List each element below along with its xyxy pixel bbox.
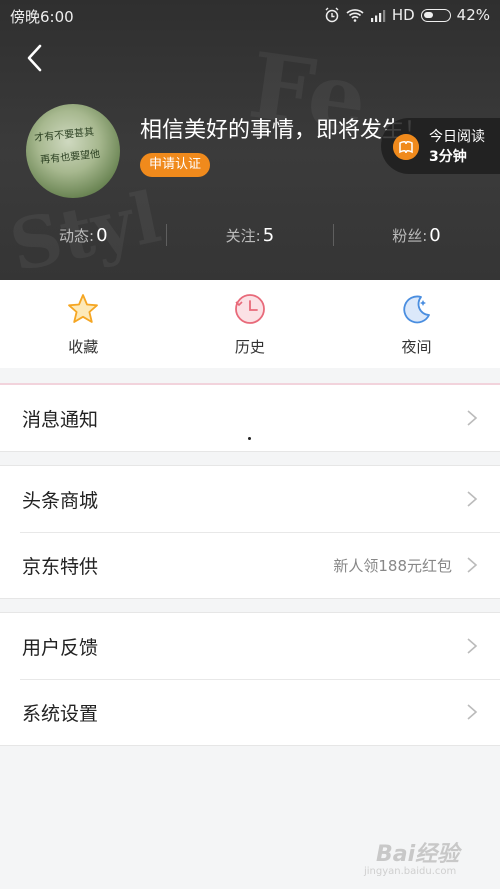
stat-following-value: 5 [262, 225, 275, 246]
stat-posts-label: 动态: [59, 227, 95, 245]
stat-followers-value: 0 [429, 225, 441, 246]
back-arrow-icon[interactable] [18, 40, 54, 76]
stat-posts[interactable]: 动态: 0 [0, 222, 167, 250]
history-button[interactable]: 历史 [167, 280, 334, 368]
night-mode-label: 夜间 [401, 338, 432, 356]
stat-following-label: 关注: [225, 227, 261, 245]
network-type: HD [391, 6, 415, 24]
touch-indicator-dot [248, 437, 251, 440]
battery-percent: 42% [456, 6, 490, 24]
watermark-url: jingyan.baidu.com [364, 866, 457, 877]
favorites-button[interactable]: 收藏 [0, 280, 167, 368]
menu-item-jd[interactable]: 京东特供 新人领188元红包 [0, 532, 500, 598]
menu-item-settings[interactable]: 系统设置 [0, 679, 500, 745]
jd-label: 京东特供 [22, 556, 99, 578]
reading-label: 今日阅读 [429, 129, 485, 145]
profile-stats: 动态: 0 关注: 5 粉丝: 0 [0, 222, 500, 250]
avatar-calligraphy-line1: 才有不要甚其 [33, 126, 95, 145]
reading-time-badge[interactable]: 今日阅读 3分钟 [381, 118, 500, 174]
status-bar: 傍晚6:00 HD 42% [0, 0, 500, 30]
chevron-right-icon [467, 638, 478, 654]
alarm-icon [325, 7, 339, 23]
stat-followers-label: 粉丝: [392, 227, 428, 245]
avatar[interactable]: 才有不要甚其 再有也要望他 [26, 104, 120, 198]
wifi-icon [346, 9, 364, 22]
mall-label: 头条商城 [22, 490, 99, 512]
chevron-right-icon [467, 557, 478, 573]
stat-divider [333, 224, 334, 246]
status-icons: HD 42% [324, 6, 490, 24]
signal-icon [370, 9, 386, 22]
reading-time: 3分钟 [429, 149, 467, 165]
stat-divider [166, 224, 167, 246]
history-label: 历史 [234, 338, 265, 356]
notifications-label: 消息通知 [22, 409, 99, 431]
chevron-right-icon [467, 704, 478, 720]
clock-icon [234, 294, 265, 324]
battery-icon [420, 8, 451, 22]
menu-group-settings: 用户反馈 系统设置 [0, 612, 500, 746]
menu-item-feedback[interactable]: 用户反馈 [0, 613, 500, 679]
night-mode-button[interactable]: 夜间 [333, 280, 500, 368]
quick-actions: 收藏 历史 夜间 [0, 280, 500, 368]
stat-followers[interactable]: 粉丝: 0 [333, 222, 500, 250]
menu-item-notifications[interactable]: 消息通知 [0, 385, 500, 451]
settings-label: 系统设置 [22, 703, 99, 725]
moon-icon [403, 295, 431, 324]
apply-verification-button[interactable]: 申请认证 [140, 153, 211, 177]
star-icon [68, 294, 99, 323]
menu-group-shopping: 头条商城 京东特供 新人领188元红包 [0, 465, 500, 599]
baidu-jingyan-watermark: Bai经验 [376, 842, 460, 867]
book-icon [393, 134, 419, 160]
menu-item-mall[interactable]: 头条商城 [0, 466, 500, 532]
jd-promo-text: 新人领188元红包 [333, 557, 452, 575]
chevron-right-icon [467, 491, 478, 507]
status-time: 傍晚6:00 [10, 8, 74, 26]
favorites-label: 收藏 [68, 338, 99, 356]
avatar-calligraphy-line2: 再有也要望他 [39, 148, 101, 167]
feedback-label: 用户反馈 [22, 637, 99, 659]
stat-following[interactable]: 关注: 5 [167, 222, 334, 250]
chevron-right-icon [467, 410, 478, 426]
menu-group-notifications: 消息通知 [0, 383, 500, 452]
stat-posts-value: 0 [96, 225, 108, 246]
